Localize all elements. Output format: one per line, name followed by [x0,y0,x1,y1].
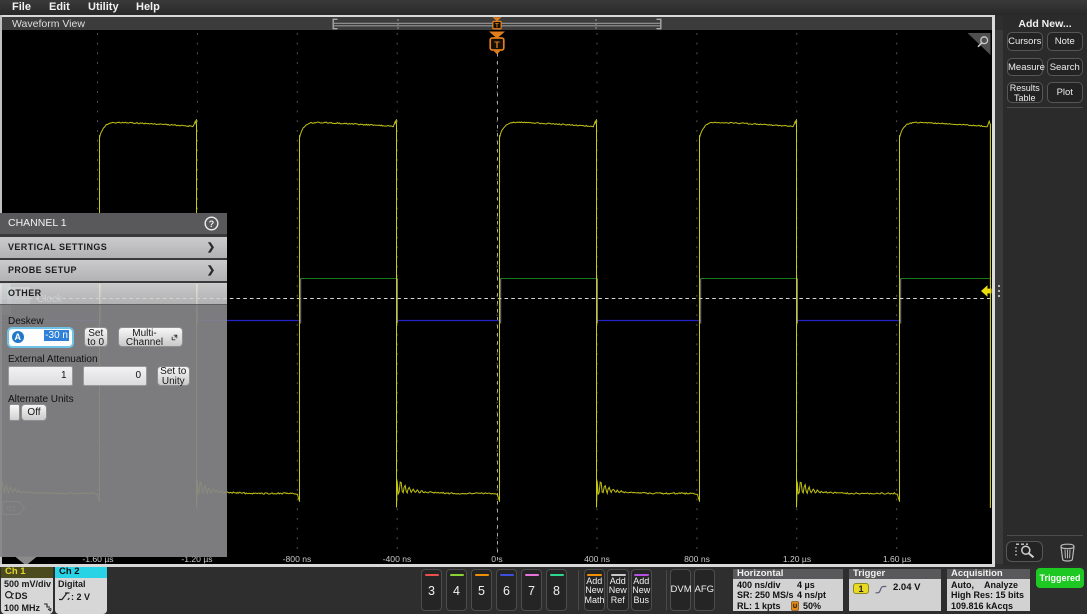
svg-text:?: ? [208,219,214,229]
